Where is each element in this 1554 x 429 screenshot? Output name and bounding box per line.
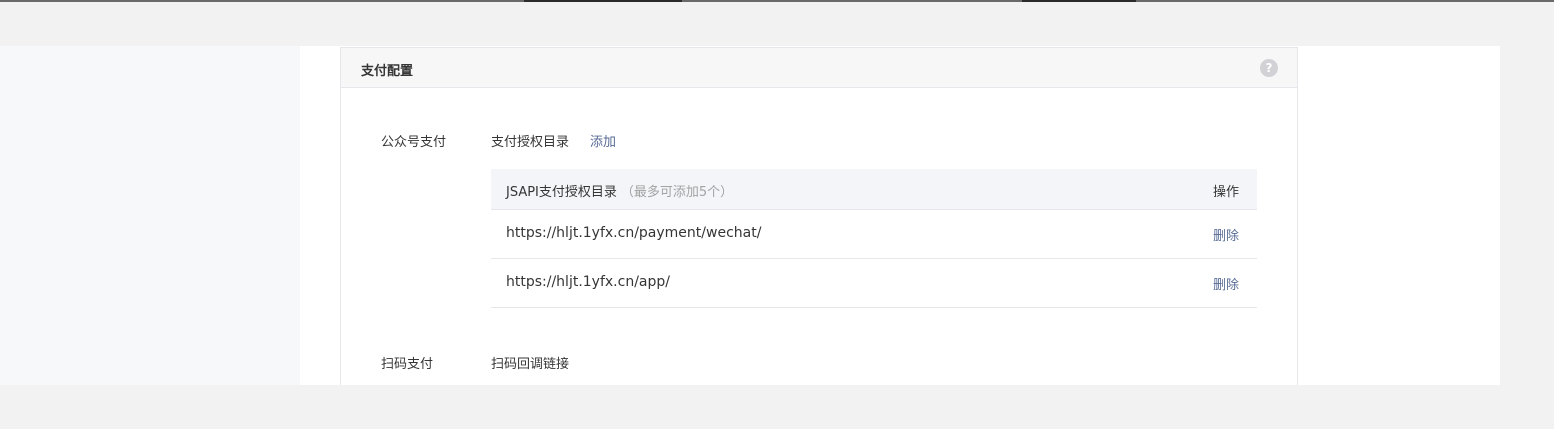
top-strip-segment xyxy=(524,0,682,2)
table-row: https://hljt.1yfx.cn/app/ 删除 xyxy=(491,259,1257,308)
table-header: JSAPI支付授权目录 （最多可添加5个） 操作 xyxy=(491,169,1257,210)
add-dir-link[interactable]: 添加 xyxy=(590,131,616,150)
payment-config-card: 支付配置 ? 公众号支付 支付授权目录 添加 JSAPI支付授权目录 （最多可添加… xyxy=(340,47,1298,385)
table-row: https://hljt.1yfx.cn/payment/wechat/ 删除 xyxy=(491,210,1257,259)
table-header-note: （最多可添加5个） xyxy=(620,185,734,200)
table-header-title-text: JSAPI支付授权目录 xyxy=(506,185,617,200)
scan-section-label: 扫码支付 xyxy=(381,357,434,372)
main-content: 支付配置 ? 公众号支付 支付授权目录 添加 JSAPI支付授权目录 （最多可添加… xyxy=(300,46,1500,385)
top-strip xyxy=(0,0,1554,2)
delete-link[interactable]: 删除 xyxy=(1213,274,1239,293)
card-header: 支付配置 ? xyxy=(341,48,1297,88)
scan-callback-label: 扫码回调链接 xyxy=(491,357,570,372)
dir-url: https://hljt.1yfx.cn/app/ xyxy=(506,274,670,290)
auth-dir-label: 支付授权目录 xyxy=(491,135,570,150)
left-sidebar-panel xyxy=(0,46,300,385)
jsapi-section-label: 公众号支付 xyxy=(381,135,447,150)
card-title: 支付配置 xyxy=(361,64,414,79)
auth-dir-table: JSAPI支付授权目录 （最多可添加5个） 操作 https://hljt.1yf… xyxy=(491,169,1257,308)
table-header-action: 操作 xyxy=(1212,185,1239,200)
top-strip-segment xyxy=(1022,0,1136,2)
delete-link[interactable]: 删除 xyxy=(1213,225,1239,244)
table-header-title: JSAPI支付授权目录 （最多可添加5个） xyxy=(506,181,733,200)
help-icon[interactable]: ? xyxy=(1260,59,1278,77)
dir-url: https://hljt.1yfx.cn/payment/wechat/ xyxy=(506,225,762,241)
